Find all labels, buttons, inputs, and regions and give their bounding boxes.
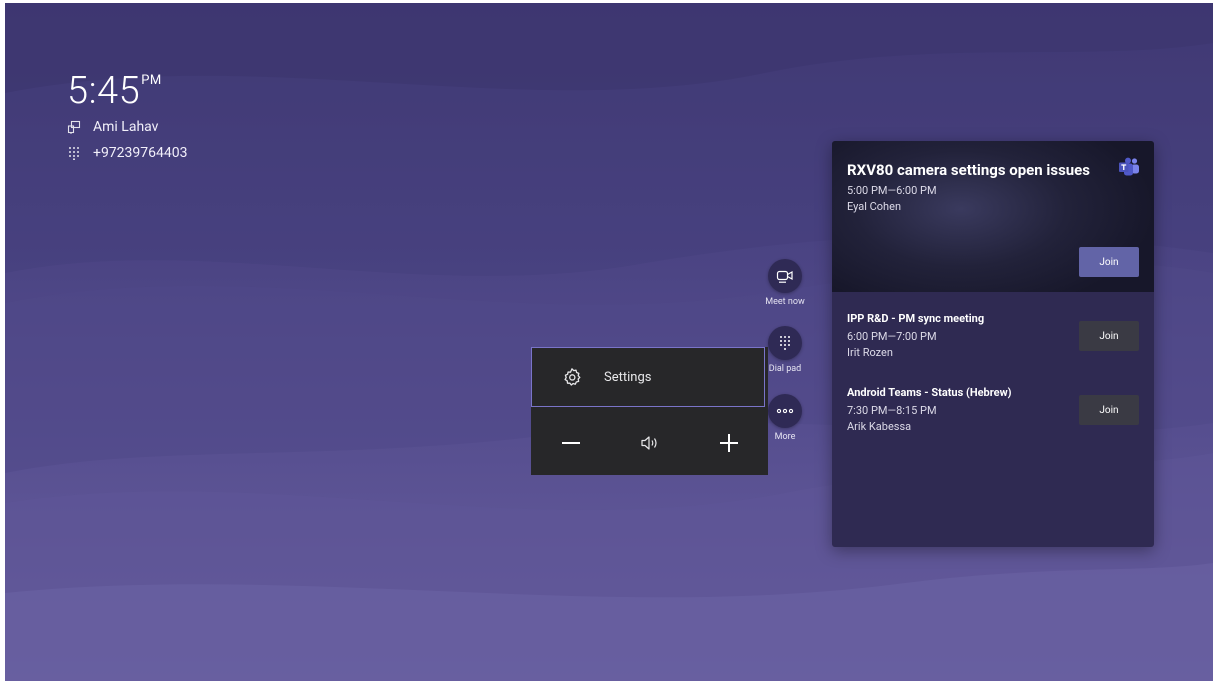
video-camera-icon xyxy=(776,270,793,283)
more-circle[interactable] xyxy=(768,394,802,428)
clock-time: 5:45 xyxy=(67,69,141,113)
join-button[interactable]: Join xyxy=(1079,247,1139,277)
join-button[interactable]: Join xyxy=(1079,395,1139,425)
meeting-organizer: Irit Rozen xyxy=(847,346,893,359)
more-icon xyxy=(776,408,794,414)
meeting-title: IPP R&D - PM sync meeting xyxy=(847,312,985,325)
meeting-item[interactable]: Android Teams - Status (Hebrew) 7:30 PM—… xyxy=(832,375,1154,445)
account-name: Ami Lahav xyxy=(93,119,159,135)
settings-label: Settings xyxy=(604,369,652,385)
meet-now-label: Meet now xyxy=(765,297,805,307)
teams-icon xyxy=(1119,157,1139,176)
plus-icon xyxy=(719,433,738,452)
meeting-time: 5:00 PM—6:00 PM xyxy=(847,184,937,197)
dial-pad-icon xyxy=(780,336,790,350)
phone-number: +97239764403 xyxy=(93,145,188,161)
meeting-title: RXV80 camera settings open issues xyxy=(847,161,1090,179)
meet-now-button[interactable]: Meet now xyxy=(760,259,810,307)
meeting-item[interactable]: IPP R&D - PM sync meeting 6:00 PM—7:00 P… xyxy=(832,301,1154,371)
meeting-organizer: Arik Kabessa xyxy=(847,420,912,433)
gear-icon xyxy=(564,368,581,386)
clock-ampm: PM xyxy=(141,73,162,88)
more-menu: Settings xyxy=(531,347,768,475)
speaker-icon xyxy=(640,435,657,450)
home-screen: 5:45PM Ami Lahav +97239764403 Meet now D… xyxy=(5,3,1213,681)
meeting-title: Android Teams - Status (Hebrew) xyxy=(847,386,1012,399)
meeting-organizer: Eyal Cohen xyxy=(847,200,902,213)
join-button[interactable]: Join xyxy=(1079,321,1139,351)
meet-now-circle[interactable] xyxy=(768,259,802,293)
settings-menu-item[interactable]: Settings xyxy=(531,347,765,407)
meetings-panel: RXV80 camera settings open issues 5:00 P… xyxy=(832,141,1154,547)
meeting-time: 7:30 PM—8:15 PM xyxy=(847,404,937,417)
speaker-button[interactable] xyxy=(630,423,670,463)
phone-row: +97239764403 xyxy=(67,145,188,161)
volume-up-button[interactable] xyxy=(709,423,749,463)
account-row: Ami Lahav xyxy=(67,119,158,135)
device-account-icon xyxy=(67,120,81,134)
minus-icon xyxy=(561,441,580,444)
volume-down-button[interactable] xyxy=(551,423,591,463)
current-meeting-card[interactable]: RXV80 camera settings open issues 5:00 P… xyxy=(832,141,1154,292)
dial-pad-small-icon xyxy=(69,147,79,160)
dial-pad-circle[interactable] xyxy=(768,326,802,360)
meeting-time: 6:00 PM—7:00 PM xyxy=(847,330,937,343)
volume-controls xyxy=(531,410,768,475)
clock: 5:45PM xyxy=(67,69,162,113)
